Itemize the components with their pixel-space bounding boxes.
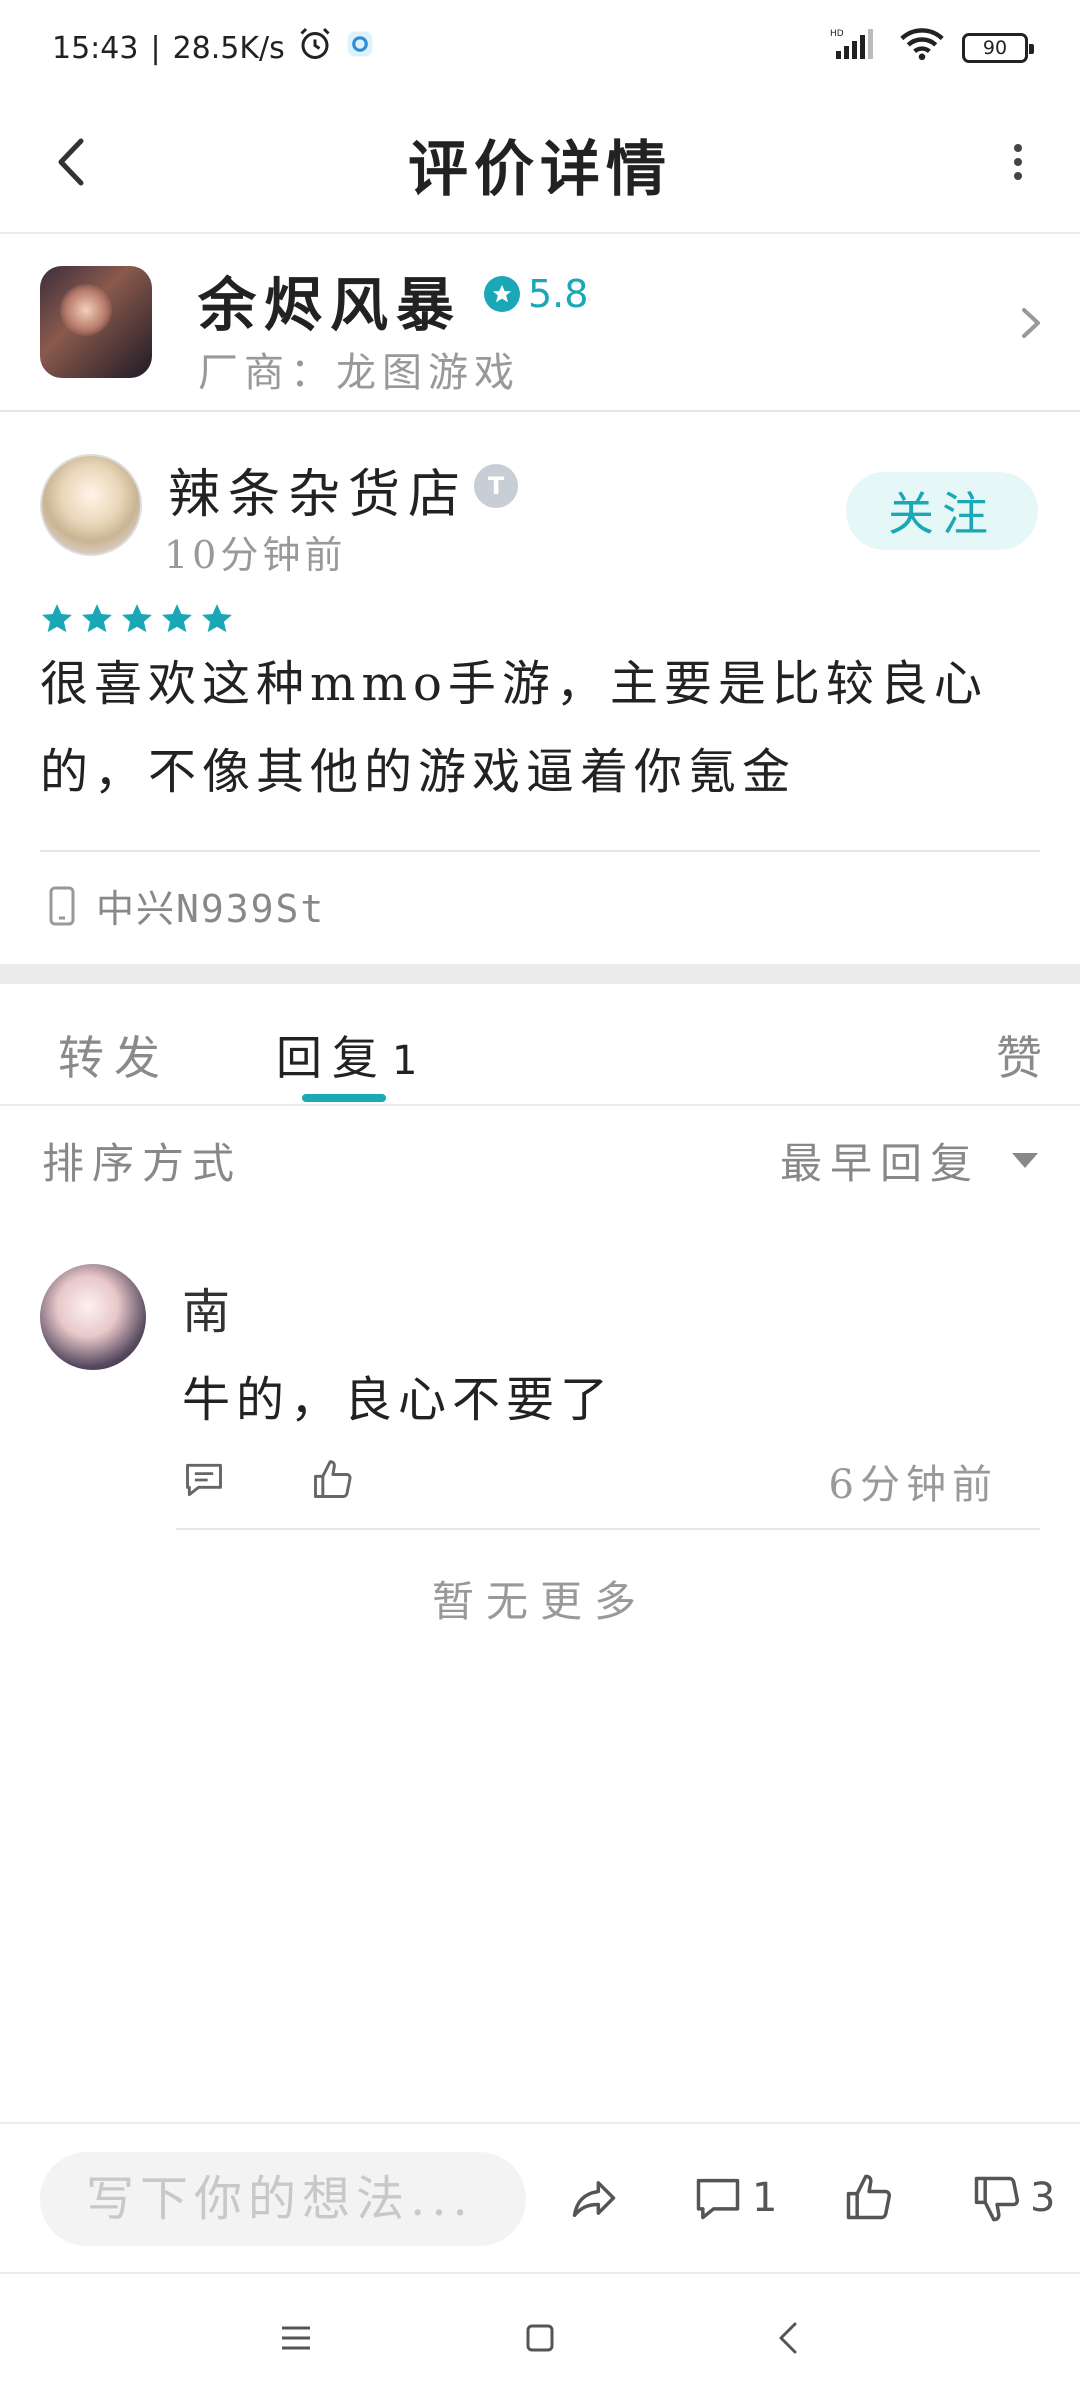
game-name: 余烬风暴 [198,271,463,339]
status-time: 15:43 [52,30,139,66]
rating-value: 5.8 [528,272,589,316]
divider [176,1528,1040,1530]
battery-icon: 90 [962,33,1034,63]
review-text-line: 的，不像其他的游戏逼着你氪金 [40,744,797,800]
header: 评价详情 [0,96,1080,234]
star-icon [122,604,152,633]
review-text-line: 很喜欢这种mmo手游，主要是比较良心 [40,656,988,712]
no-more-text: 暂无更多 [431,1577,648,1626]
review-user-name[interactable]: 辣条杂货店 [168,452,468,527]
thumbs-up-icon [846,2174,892,2220]
star-icon [162,604,192,633]
tab-like[interactable]: 赞 [996,1022,1052,1088]
status-separator: | [150,30,161,66]
review-time: 10分钟前 [164,533,347,577]
home-square-icon [526,2324,554,2352]
comment-count: 1 [752,2175,778,2221]
back-triangle-icon [779,2322,797,2354]
review-text: 很喜欢这种mmo手游，主要是比较良心 的，不像其他的游戏逼着你氪金 [40,640,1040,816]
game-info-row[interactable]: 余烬风暴 5.8 厂商：龙图游戏 [0,236,1080,412]
status-left: 15:43 | 28.5K/s [52,26,375,70]
tab-active-indicator [302,1094,386,1102]
page-title: 评价详情 [408,134,672,205]
chevron-right-icon [1008,298,1052,348]
comment-input[interactable] [40,2152,526,2246]
status-bar: 15:43 | 28.5K/s HD 90 [0,0,1080,96]
thumbs-down-icon [974,2176,1020,2222]
dislike-count: 3 [1030,2175,1056,2221]
rating-star-icon [484,276,520,312]
avatar[interactable] [40,454,142,556]
avatar[interactable] [40,1264,146,1370]
thumbs-up-icon[interactable] [310,1458,354,1502]
reply-text: 牛的，良心不要了 [182,1372,615,1428]
sort-label: 排序方式 [42,1139,243,1188]
review-card: 辣条杂货店 T 10分钟前 关注 很喜欢这种mmo手游，主要是比较良心 的，不像… [0,414,1080,962]
nav-back-button[interactable] [758,2308,818,2368]
game-icon [40,266,152,378]
share-icon [572,2181,616,2218]
star-rating [40,602,234,636]
signal-icon: HD [830,27,882,69]
menu-icon [282,2326,310,2350]
like-button[interactable] [842,2170,894,2226]
comment-button[interactable]: 1 [692,2170,777,2226]
home-button[interactable] [510,2308,570,2368]
tab-reply[interactable]: 回复 1 [276,1022,417,1088]
section-divider [0,964,1080,984]
phone-icon [49,886,75,925]
tab-reply-count: 1 [392,1038,418,1084]
tab-reply-label: 回复 [276,1031,388,1085]
more-button[interactable] [986,130,1050,194]
menu-button[interactable] [266,2308,326,2368]
reply-actions: 6分钟前 [182,1452,998,1512]
divider [40,850,1040,852]
sort-dropdown[interactable]: 最早回复 [780,1130,980,1191]
more-vertical-icon [1014,144,1022,180]
battery-level: 90 [982,37,1008,59]
back-button[interactable] [40,130,104,194]
share-button[interactable] [568,2170,620,2226]
device-name: 中兴N939St [96,887,326,931]
status-net-speed: 28.5K/s [172,30,285,66]
app-notification-icon [345,29,375,67]
star-icon [42,604,72,633]
game-vendor: 厂商：龙图游戏 [198,350,520,396]
caret-down-icon[interactable] [1010,1150,1040,1170]
comment-icon [696,2178,740,2220]
device-info: 中兴N939St [48,878,325,933]
reply-item: 南 牛的，良心不要了 6分钟前 [0,1250,1080,1530]
alarm-icon [297,26,333,70]
tab-forward[interactable]: 转发 [58,1022,170,1088]
follow-button[interactable]: 关注 [846,472,1038,550]
svg-text:HD: HD [830,29,844,39]
star-icon [82,604,112,633]
star-icon [202,604,232,633]
action-bar: 1 3 [0,2122,1080,2270]
reply-user-name[interactable]: 南 [182,1272,230,1342]
wifi-icon [900,27,944,69]
back-arrow-icon [58,138,84,186]
dislike-button[interactable]: 3 [970,2170,1055,2226]
tab-bar: 转发 回复 1 赞 [0,984,1080,1106]
game-rating: 5.8 [484,272,588,316]
level-badge: T [474,464,518,508]
sort-row: 排序方式 最早回复 [0,1108,1080,1218]
system-nav-bar [0,2272,1080,2400]
status-right: HD 90 [830,27,1034,69]
comment-icon[interactable] [182,1458,226,1502]
reply-time: 6分钟前 [828,1462,998,1508]
